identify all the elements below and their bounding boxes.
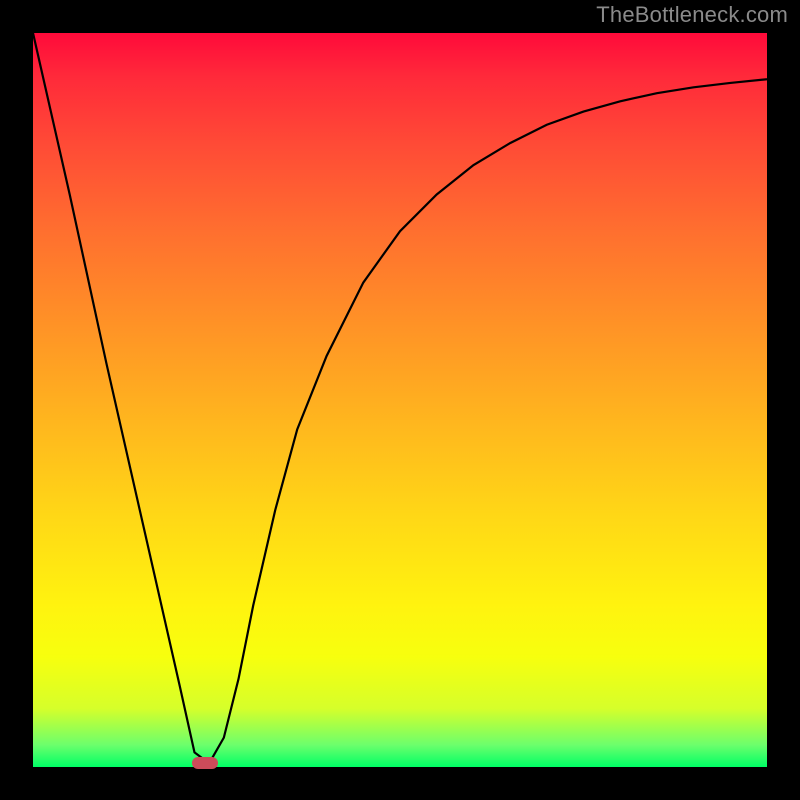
minimum-marker xyxy=(192,757,218,769)
chart-plot-area xyxy=(33,33,767,767)
watermark-text: TheBottleneck.com xyxy=(596,2,788,28)
bottleneck-curve xyxy=(33,33,767,767)
chart-outer-frame: TheBottleneck.com xyxy=(0,0,800,800)
